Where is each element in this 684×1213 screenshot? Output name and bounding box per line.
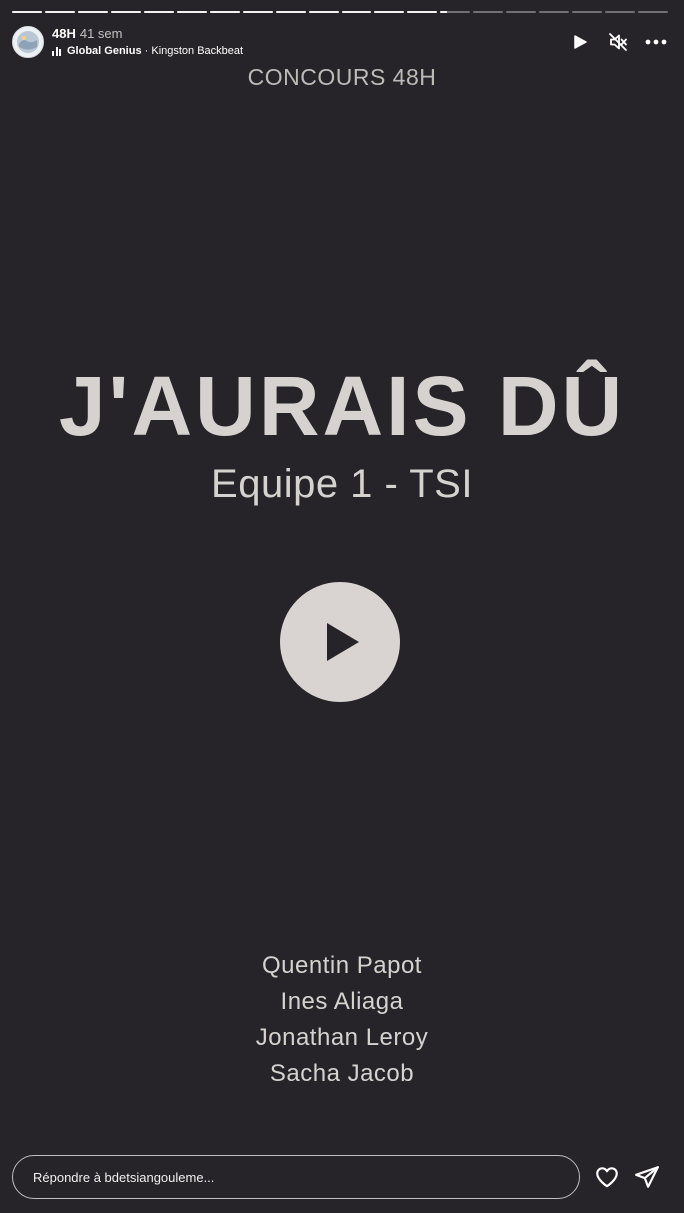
story-controls [568, 30, 668, 54]
music-track: Kingston Backbeat [151, 45, 244, 57]
heart-icon [596, 1167, 618, 1188]
credits-list: Quentin Papot Ines Aliaga Jonathan Leroy… [0, 948, 684, 1092]
progress-segment [209, 11, 240, 13]
progress-segment-fill [242, 11, 273, 13]
progress-segment [539, 11, 570, 13]
progress-segment [341, 11, 372, 13]
story-header: 48H 41 sem Global Genius · Kingston Backb… [12, 26, 668, 60]
play-icon [327, 623, 359, 661]
story-progress-bar [12, 11, 669, 14]
progress-segment [572, 11, 603, 13]
progress-segment-fill [209, 11, 240, 13]
progress-segment [407, 11, 438, 13]
share-button[interactable] [634, 1164, 660, 1190]
reply-input[interactable] [12, 1155, 580, 1199]
reply-bar [12, 1155, 668, 1199]
time-ago: 41 sem [79, 26, 123, 41]
progress-segment-fill [44, 11, 75, 13]
more-options-icon [645, 39, 667, 45]
credit-name: Sacha Jacob [269, 1060, 415, 1087]
progress-segment-fill [12, 11, 42, 13]
send-icon [635, 1166, 659, 1188]
progress-segment [374, 11, 405, 13]
progress-segment-fill [143, 11, 174, 13]
username-text[interactable]: 48H [52, 26, 76, 41]
progress-segment [308, 11, 339, 13]
credit-name: Ines Aliaga [280, 988, 404, 1015]
progress-segment-fill [440, 11, 447, 13]
avatar[interactable] [12, 26, 44, 58]
progress-segment-fill [77, 11, 108, 13]
progress-segment-fill [308, 11, 339, 13]
story-title: J'AURAIS DÛ [58, 359, 626, 453]
progress-segment [440, 11, 471, 13]
video-play-graphic [280, 582, 400, 702]
progress-segment [143, 11, 174, 13]
like-button[interactable] [594, 1164, 620, 1190]
progress-segment [506, 11, 537, 13]
mute-button[interactable] [606, 30, 630, 54]
progress-segment-fill [374, 11, 405, 13]
play-button[interactable] [568, 30, 592, 54]
progress-segment [176, 11, 207, 13]
progress-segment [44, 11, 75, 13]
play-icon [574, 35, 587, 49]
progress-segment [77, 11, 108, 13]
story-content[interactable]: CONCOURS 48H J'AURAIS DÛ Equipe 1 - TSI … [0, 60, 684, 1150]
story-subtitle: Equipe 1 - TSI [211, 462, 473, 506]
credit-name: Quentin Papot [262, 952, 422, 979]
progress-segment [638, 11, 669, 13]
music-bars-icon [52, 46, 62, 56]
progress-segment [110, 11, 141, 13]
music-artist: Global Genius [67, 45, 142, 57]
progress-segment-fill [110, 11, 141, 13]
progress-segment [12, 11, 42, 13]
progress-segment-fill [407, 11, 438, 13]
music-separator: · [141, 45, 152, 57]
music-info[interactable]: Global Genius · Kingston Backbeat [52, 45, 243, 57]
progress-segment [242, 11, 273, 13]
username[interactable]: 48H 41 sem [52, 26, 123, 41]
progress-segment-fill [275, 11, 306, 13]
progress-segment [605, 11, 636, 13]
progress-segment [473, 11, 504, 13]
muted-speaker-icon [609, 33, 627, 51]
credit-name: Jonathan Leroy [255, 1024, 429, 1051]
story-top-label: CONCOURS 48H [247, 64, 437, 90]
progress-segment-fill [176, 11, 207, 13]
progress-segment-fill [341, 11, 372, 13]
progress-segment [275, 11, 306, 13]
more-options-button[interactable] [644, 30, 668, 54]
